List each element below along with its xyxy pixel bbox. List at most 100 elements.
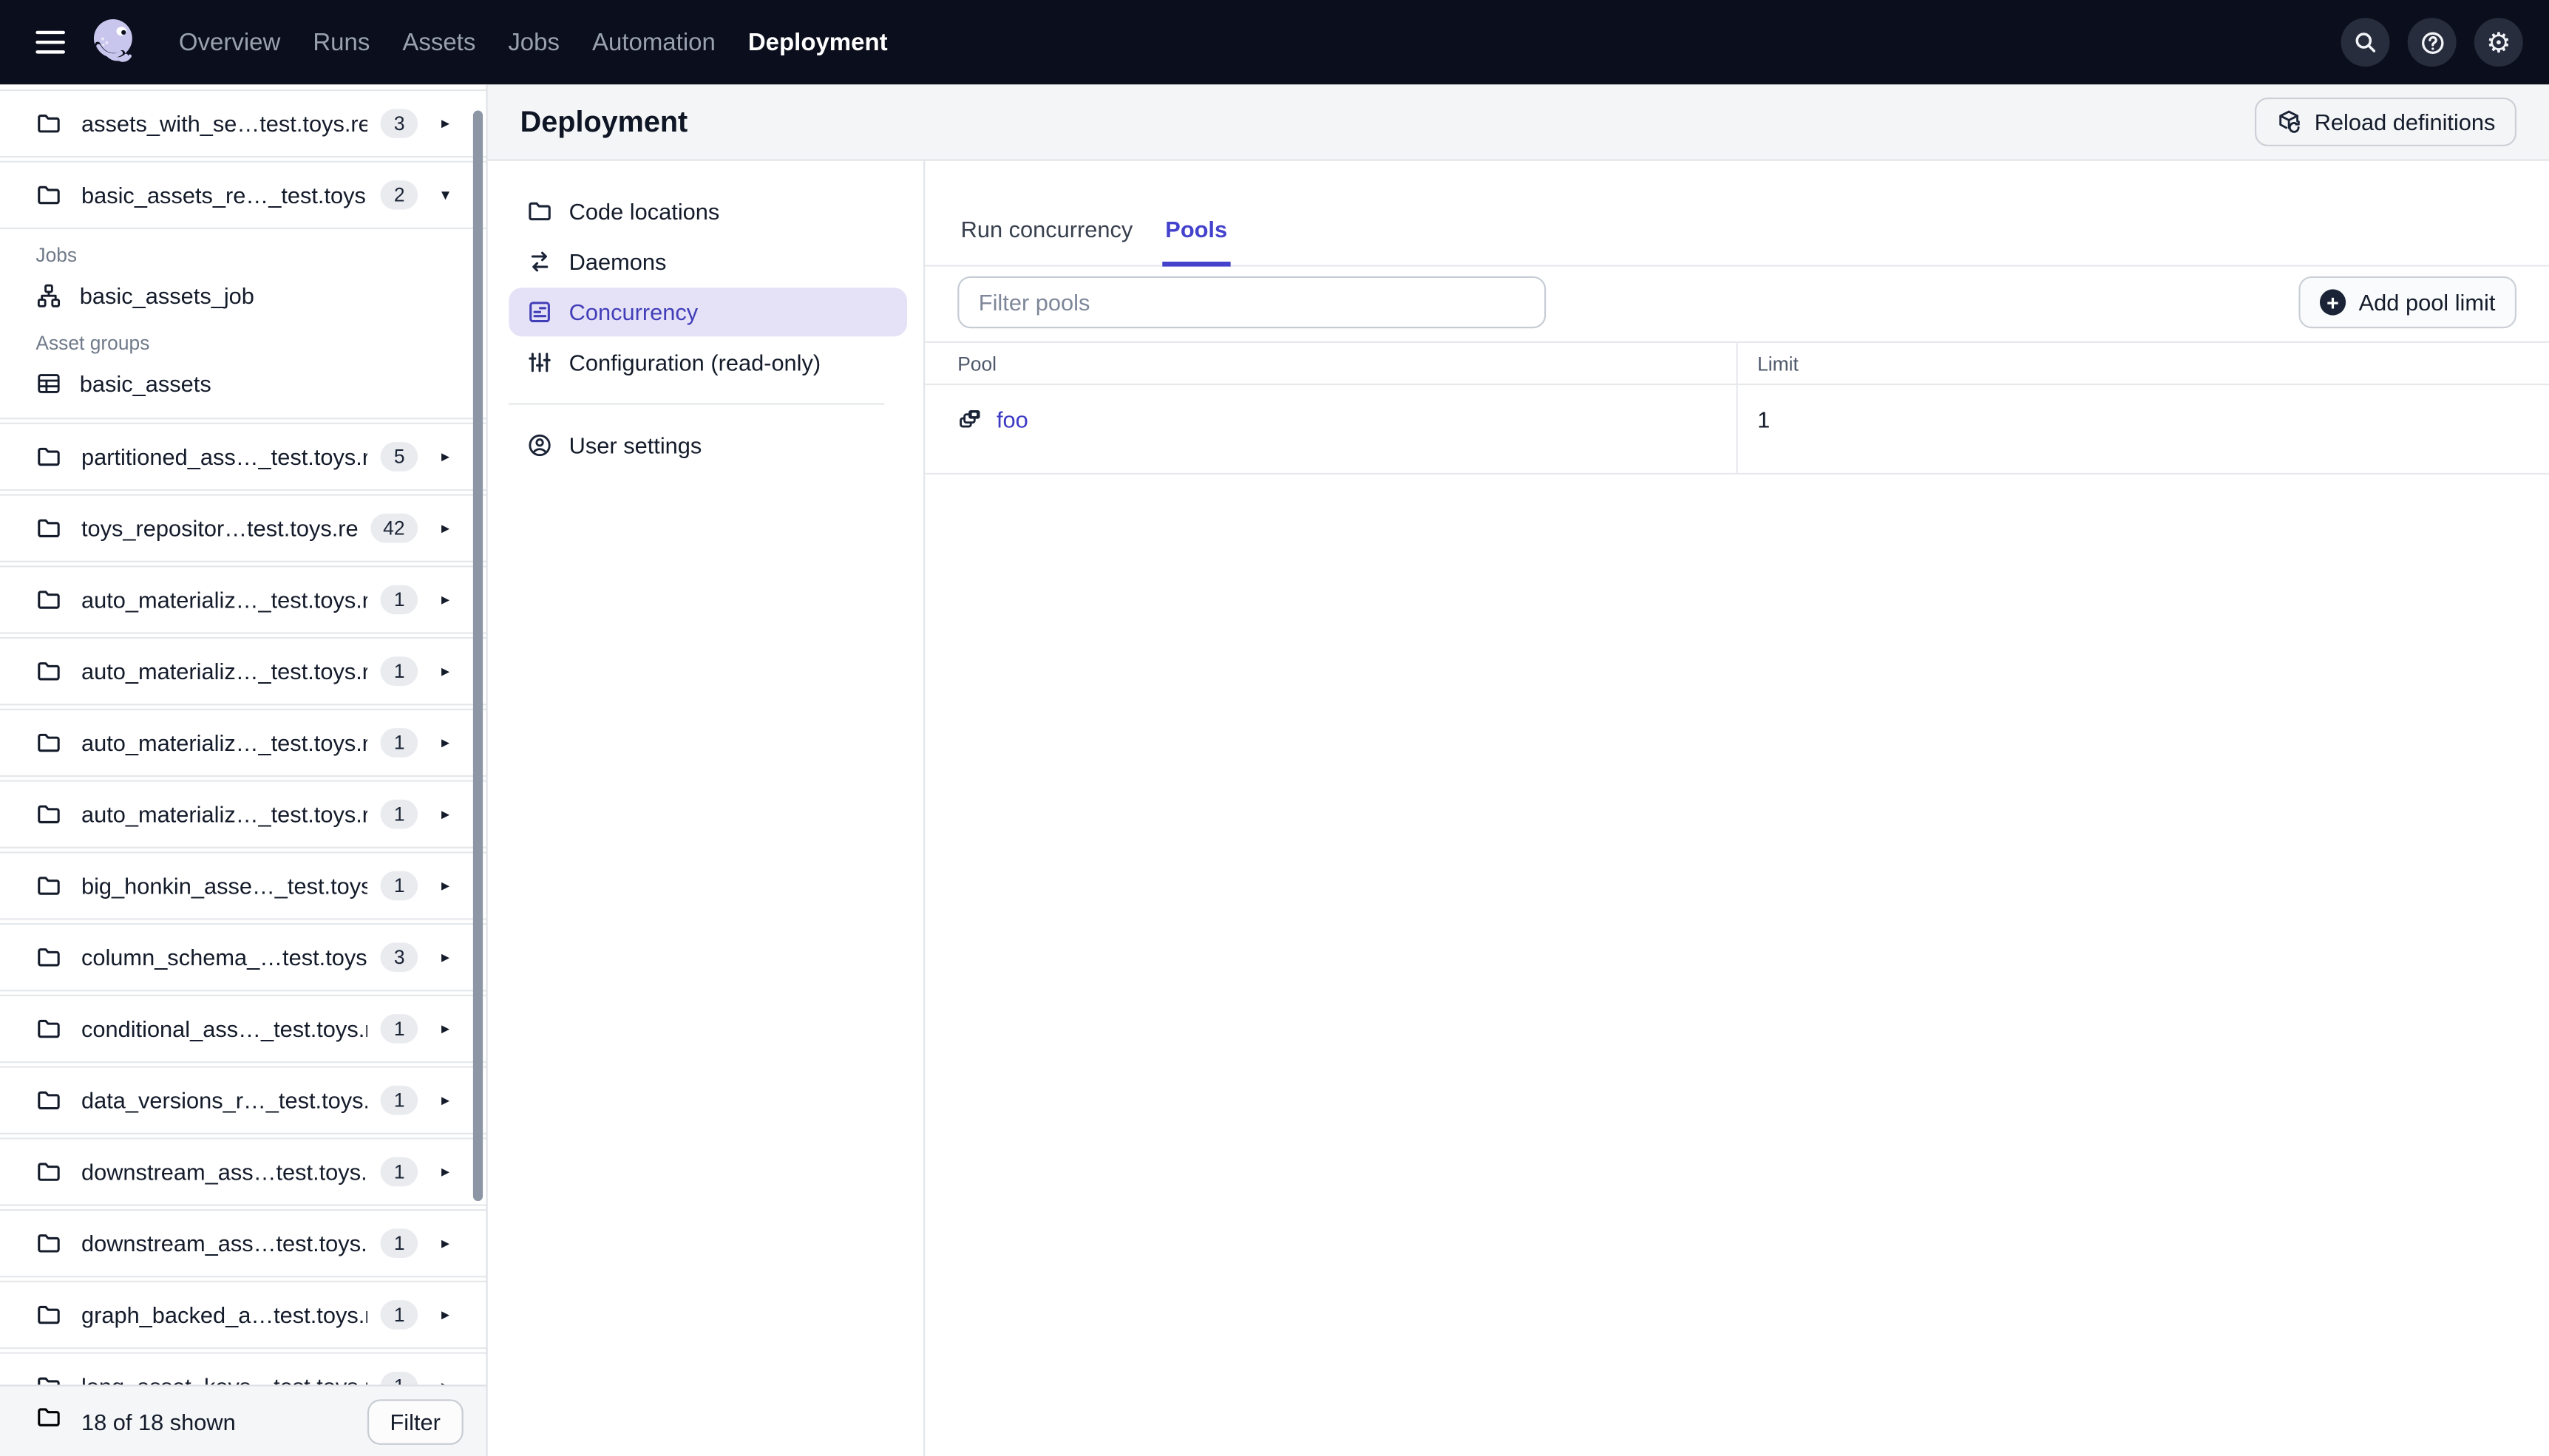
table-row: foo 1 bbox=[925, 385, 2549, 475]
repo-name: auto_materializ…_test.toys.repo bbox=[81, 729, 368, 756]
repo-count-badge: 1 bbox=[381, 799, 418, 829]
reload-definitions-button[interactable]: Reload definitions bbox=[2254, 97, 2517, 146]
main-body: Code locations Daemons Concurrency Configur… bbox=[488, 160, 2549, 1456]
repo-row[interactable]: graph_backed_a…test.toys.repo 1 ▸ bbox=[0, 1280, 486, 1350]
repo-row[interactable]: big_honkin_asse…_test.toys.rep 1 ▸ bbox=[0, 851, 486, 920]
sidebar-footer: 18 of 18 shown Filter bbox=[0, 1384, 486, 1456]
pools-table-header: Pool Limit bbox=[925, 341, 2549, 386]
dagster-logo-icon[interactable] bbox=[86, 15, 142, 70]
nav-link-runs[interactable]: Runs bbox=[310, 22, 373, 63]
chevron-right-icon[interactable]: ▸ bbox=[434, 1163, 457, 1180]
repo-name: column_schema_…test.toys.rep bbox=[81, 944, 368, 970]
menu-icon[interactable] bbox=[35, 24, 65, 61]
nav-link-jobs[interactable]: Jobs bbox=[505, 22, 563, 63]
tab-pools[interactable]: Pools bbox=[1161, 216, 1231, 267]
repo-name: auto_materializ…_test.toys.repo bbox=[81, 658, 368, 684]
tune-icon bbox=[526, 350, 552, 375]
nav-link-deployment[interactable]: Deployment bbox=[744, 22, 891, 63]
repo-name: graph_backed_a…test.toys.repo bbox=[81, 1302, 368, 1328]
subnav-item-configuration-read-only[interactable]: Configuration (read-only) bbox=[509, 338, 907, 387]
chevron-right-icon[interactable]: ▸ bbox=[434, 734, 457, 752]
repo-row[interactable]: conditional_ass…_test.toys.repo 1 ▸ bbox=[0, 994, 486, 1064]
sidebar-scrollbar[interactable] bbox=[472, 110, 483, 1202]
repo-row[interactable]: downstream_ass…test.toys.rep 1 ▸ bbox=[0, 1137, 486, 1206]
nav-link-automation[interactable]: Automation bbox=[589, 22, 719, 63]
chevron-right-icon[interactable]: ▸ bbox=[434, 448, 457, 466]
repo-count-badge: 3 bbox=[381, 109, 418, 138]
user-icon bbox=[526, 432, 552, 458]
subnav-item-code-locations[interactable]: Code locations bbox=[509, 187, 907, 236]
repo-name: toys_repositor…test.toys.repo bbox=[81, 515, 357, 542]
subnav-item-daemons[interactable]: Daemons bbox=[509, 237, 907, 286]
chevron-right-icon[interactable]: ▸ bbox=[434, 1020, 457, 1038]
repo-row[interactable]: column_schema_…test.toys.rep 3 ▸ bbox=[0, 923, 486, 992]
repo-row[interactable]: long_asset_keys…test.toys.rep 1 ▸ bbox=[0, 1352, 486, 1385]
limit-cell: 1 bbox=[1736, 385, 2549, 473]
chevron-right-icon[interactable]: ▸ bbox=[434, 948, 457, 966]
folder-icon bbox=[35, 515, 61, 541]
repo-row[interactable]: auto_materializ…_test.toys.repo 1 ▸ bbox=[0, 780, 486, 848]
help-icon[interactable] bbox=[2407, 18, 2457, 67]
repo-row[interactable]: assets_with_se…test.toys.repo 3 ▸ bbox=[0, 89, 486, 158]
subnav-item-concurrency[interactable]: Concurrency bbox=[509, 288, 908, 337]
repo-count-badge: 1 bbox=[381, 871, 418, 901]
folder-icon bbox=[35, 111, 61, 137]
asset-group-item[interactable]: basic_assets bbox=[35, 362, 457, 404]
repo-row[interactable]: partitioned_ass…_test.toys.rep 5 ▸ bbox=[0, 422, 486, 491]
swap-icon bbox=[526, 248, 552, 274]
filter-pools-input[interactable] bbox=[957, 276, 1547, 329]
repo-row[interactable]: auto_materializ…_test.toys.repo 1 ▸ bbox=[0, 637, 486, 706]
deployment-subnav: Code locations Daemons Concurrency Configur… bbox=[488, 160, 926, 1456]
repo-count-badge: 3 bbox=[381, 942, 418, 972]
add-pool-limit-button[interactable]: + Add pool limit bbox=[2298, 276, 2517, 329]
folder-icon bbox=[35, 1404, 61, 1438]
app-root: Overview Runs Assets Jobs Automation Deployme… bbox=[0, 0, 2549, 1456]
search-icon[interactable] bbox=[2341, 18, 2390, 67]
jobs-section-label: Jobs bbox=[35, 243, 78, 267]
chevron-right-icon[interactable]: ▸ bbox=[434, 1234, 457, 1252]
subnav-item-user-settings[interactable]: User settings bbox=[509, 421, 907, 470]
job-item[interactable]: basic_assets_job bbox=[35, 275, 457, 317]
reload-definitions-label: Reload definitions bbox=[2314, 109, 2496, 135]
folder-icon bbox=[35, 1373, 61, 1385]
repo-row[interactable]: toys_repositor…test.toys.repo 42 ▸ bbox=[0, 494, 486, 562]
repo-row[interactable]: basic_assets_re…_test.toys.rep 2 ▾ bbox=[0, 160, 486, 230]
repo-row[interactable]: data_versions_r…_test.toys.rep 1 ▸ bbox=[0, 1066, 486, 1134]
concurrency-content: Run concurrency Pools + Add pool limit Po… bbox=[925, 161, 2549, 1456]
deployment-header: Deployment Reload definitions bbox=[487, 84, 2549, 161]
main-area: Deployment Reload definitions Code locat… bbox=[487, 84, 2549, 1456]
nav-link-overview[interactable]: Overview bbox=[175, 22, 283, 63]
repo-count-badge: 42 bbox=[370, 513, 418, 543]
chevron-right-icon[interactable]: ▸ bbox=[434, 662, 457, 680]
chevron-down-icon[interactable]: ▾ bbox=[434, 186, 457, 204]
repo-row[interactable]: auto_materializ…_test.toys.repo 1 ▸ bbox=[0, 565, 486, 634]
chevron-right-icon[interactable]: ▸ bbox=[434, 1306, 457, 1324]
folder-icon bbox=[526, 198, 552, 224]
reload-box-icon bbox=[2275, 109, 2301, 135]
repo-count-badge: 1 bbox=[381, 1157, 418, 1187]
chevron-right-icon[interactable]: ▸ bbox=[434, 806, 457, 823]
nav-link-assets[interactable]: Assets bbox=[399, 22, 479, 63]
repo-count-badge: 1 bbox=[381, 1085, 418, 1115]
folder-icon bbox=[35, 729, 61, 755]
repo-count-badge: 1 bbox=[381, 1014, 418, 1044]
repo-row[interactable]: downstream_ass…test.toys.rep 1 ▸ bbox=[0, 1209, 486, 1278]
repo-count-badge: 1 bbox=[381, 1300, 418, 1330]
add-pool-limit-label: Add pool limit bbox=[2358, 289, 2496, 316]
pool-link[interactable]: foo bbox=[997, 406, 1028, 432]
chevron-right-icon[interactable]: ▸ bbox=[434, 1092, 457, 1109]
chevron-right-icon[interactable]: ▸ bbox=[434, 877, 457, 894]
chevron-right-icon[interactable]: ▸ bbox=[434, 591, 457, 608]
chevron-right-icon[interactable]: ▸ bbox=[434, 520, 457, 537]
filter-button[interactable]: Filter bbox=[367, 1398, 464, 1444]
settings-gear-icon[interactable]: ⚙ bbox=[2474, 18, 2523, 67]
chevron-right-icon[interactable]: ▸ bbox=[434, 115, 457, 132]
repo-row[interactable]: auto_materializ…_test.toys.repo 1 ▸ bbox=[0, 708, 486, 778]
tab-run-concurrency[interactable]: Run concurrency bbox=[957, 216, 1136, 265]
asset-group-name: basic_assets bbox=[79, 370, 211, 397]
repo-name: auto_materializ…_test.toys.repo bbox=[81, 586, 368, 613]
code-location-sidebar: assets_with_se…test.toys.repo 3 ▸ basic_ass… bbox=[0, 84, 488, 1456]
folder-icon bbox=[35, 1159, 61, 1185]
repo-name: big_honkin_asse…_test.toys.rep bbox=[81, 872, 368, 899]
chevron-right-icon[interactable]: ▸ bbox=[434, 1378, 457, 1385]
